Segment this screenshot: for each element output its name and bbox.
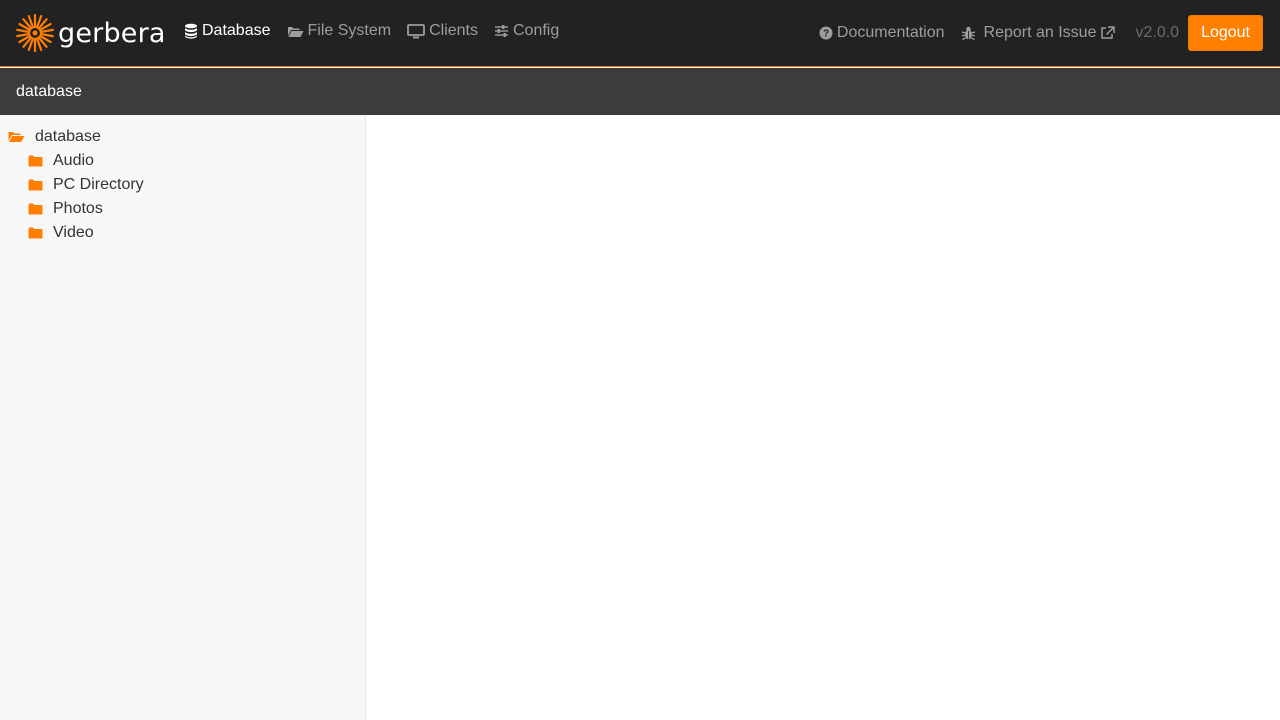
tree-item[interactable]: Audio: [28, 149, 144, 173]
nav-clients[interactable]: Clients: [407, 22, 478, 40]
breadcrumb: database: [0, 68, 1280, 115]
sliders-icon: [494, 25, 508, 37]
tree-item[interactable]: Photos: [28, 197, 144, 221]
bug-icon: [961, 26, 975, 40]
folder-icon: [28, 179, 43, 191]
nav-database-label: Database: [202, 22, 271, 39]
monitor-icon: [407, 23, 425, 38]
question-circle-icon: ?: [819, 26, 833, 40]
report-issue-label: Report an Issue: [983, 24, 1097, 41]
gerbera-flower-icon: [16, 14, 54, 52]
folder-open-icon: [287, 26, 303, 37]
external-link-icon: [1101, 26, 1116, 39]
breadcrumb-item[interactable]: database: [16, 83, 82, 101]
main-content-area: [366, 115, 1280, 720]
tree-sidebar: database Audio PC Directory Photos Video: [0, 115, 366, 720]
nav-file-system[interactable]: File System: [287, 22, 392, 40]
tree-item-label: Audio: [53, 152, 94, 169]
report-issue-link[interactable]: Report an Issue: [961, 24, 1120, 42]
tree-children: Audio PC Directory Photos Video: [28, 149, 144, 245]
tree-item[interactable]: PC Directory: [28, 173, 144, 197]
nav-database[interactable]: Database: [184, 22, 271, 40]
tree-item-label: Photos: [53, 200, 103, 217]
brand-logo[interactable]: gerbera: [16, 12, 166, 54]
documentation-label: Documentation: [836, 24, 945, 41]
folder-open-icon: [8, 132, 25, 142]
main-nav: Database File System Clients Config: [184, 22, 575, 40]
tree: database Audio PC Directory Photos Video: [8, 125, 144, 245]
database-icon: [185, 23, 197, 39]
nav-config-label: Config: [512, 22, 560, 39]
version-label: v2.0.0: [1135, 24, 1180, 41]
tree-item-label: Video: [53, 224, 94, 241]
tree-item-label: PC Directory: [53, 176, 144, 193]
documentation-link[interactable]: ? Documentation: [819, 24, 945, 42]
tree-root-label: database: [35, 128, 101, 145]
nav-clients-label: Clients: [429, 22, 478, 39]
folder-icon: [28, 203, 43, 215]
folder-icon: [28, 227, 43, 239]
top-navbar: gerbera Database File System Clients Con…: [0, 0, 1280, 67]
nav-file-system-label: File System: [307, 22, 392, 39]
svg-text:?: ?: [823, 29, 829, 40]
tree-root-item[interactable]: database: [8, 125, 144, 149]
nav-config[interactable]: Config: [494, 22, 559, 40]
brand-name: gerbera: [58, 17, 166, 49]
logout-button[interactable]: Logout: [1188, 15, 1263, 51]
folder-icon: [28, 155, 43, 167]
right-nav: ? Documentation Report an Issue v2.0.0 L…: [819, 15, 1263, 51]
tree-item[interactable]: Video: [28, 221, 144, 245]
